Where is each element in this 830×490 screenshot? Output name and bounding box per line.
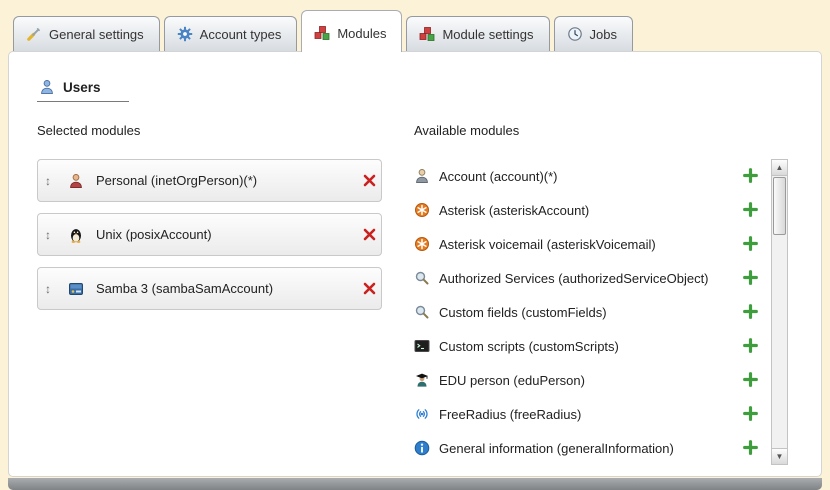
available-module-authorized-services: Authorized Services (authorizedServiceOb… bbox=[414, 261, 759, 295]
add-plus-icon bbox=[743, 304, 759, 320]
magnifier-icon bbox=[414, 270, 430, 286]
tab-account-types[interactable]: Account types bbox=[164, 16, 298, 51]
person-icon bbox=[68, 173, 84, 189]
module-label: Asterisk voicemail (asteriskVoicemail) bbox=[439, 237, 656, 252]
available-modules-list: Account (account)(*) Asterisk (asteriskA… bbox=[414, 159, 759, 465]
clock-icon bbox=[567, 26, 583, 42]
delete-x-icon bbox=[362, 227, 378, 243]
graduate-icon bbox=[414, 372, 430, 388]
tab-label: General settings bbox=[49, 27, 144, 42]
wrench-icon bbox=[26, 26, 42, 42]
available-module-account: Account (account)(*) bbox=[414, 159, 759, 193]
module-label: Samba 3 (sambaSamAccount) bbox=[96, 281, 273, 296]
modules-blocks-icon bbox=[314, 25, 330, 41]
selected-modules-column: Selected modules ↕ Personal (inetOrgPers… bbox=[37, 123, 414, 465]
footer-bar bbox=[8, 478, 822, 490]
scroll-up-button[interactable]: ▲ bbox=[772, 160, 787, 176]
add-plus-icon bbox=[743, 440, 759, 456]
scroll-down-button[interactable]: ▼ bbox=[772, 448, 787, 464]
delete-x-icon bbox=[362, 173, 378, 189]
delete-x-icon bbox=[362, 281, 378, 297]
available-module-custom-scripts: Custom scripts (customScripts) bbox=[414, 329, 759, 363]
asterisk-icon bbox=[414, 202, 430, 218]
module-label: Unix (posixAccount) bbox=[96, 227, 212, 242]
add-module-button[interactable] bbox=[743, 168, 759, 184]
add-plus-icon bbox=[743, 406, 759, 422]
modules-columns: Selected modules ↕ Personal (inetOrgPers… bbox=[37, 123, 821, 465]
available-module-general-information: General information (generalInformation) bbox=[414, 431, 759, 465]
config-tabbar: General settings Account types Modules M… bbox=[0, 10, 830, 51]
available-module-asterisk: Asterisk (asteriskAccount) bbox=[414, 193, 759, 227]
module-label: Custom fields (customFields) bbox=[439, 305, 607, 320]
module-label: FreeRadius (freeRadius) bbox=[439, 407, 581, 422]
selected-module-samba3[interactable]: ↕ Samba 3 (sambaSamAccount) bbox=[37, 267, 382, 310]
penguin-icon bbox=[68, 227, 84, 243]
section-title-text: Users bbox=[63, 80, 101, 95]
module-label: Personal (inetOrgPerson)(*) bbox=[96, 173, 257, 188]
tab-label: Modules bbox=[337, 26, 386, 41]
add-plus-icon bbox=[743, 270, 759, 286]
modules-config-panel: Users Selected modules ↕ Personal (inetO… bbox=[8, 51, 822, 477]
tab-jobs[interactable]: Jobs bbox=[554, 16, 633, 51]
magnifier-icon bbox=[414, 304, 430, 320]
add-module-button[interactable] bbox=[743, 202, 759, 218]
tab-module-settings[interactable]: Module settings bbox=[406, 16, 549, 51]
drag-handle-icon[interactable]: ↕ bbox=[45, 174, 60, 188]
add-module-button[interactable] bbox=[743, 270, 759, 286]
scrollbar-thumb[interactable] bbox=[773, 177, 786, 235]
selected-module-unix[interactable]: ↕ Unix (posixAccount) bbox=[37, 213, 382, 256]
gear-icon bbox=[177, 26, 193, 42]
tab-label: Jobs bbox=[590, 27, 617, 42]
add-plus-icon bbox=[743, 338, 759, 354]
terminal-icon bbox=[414, 338, 430, 354]
tab-label: Account types bbox=[200, 27, 282, 42]
add-module-button[interactable] bbox=[743, 304, 759, 320]
module-label: Authorized Services (authorizedServiceOb… bbox=[439, 271, 709, 286]
selected-module-personal[interactable]: ↕ Personal (inetOrgPerson)(*) bbox=[37, 159, 382, 202]
add-module-button[interactable] bbox=[743, 440, 759, 456]
modules-blocks-icon bbox=[419, 26, 435, 42]
drag-handle-icon[interactable]: ↕ bbox=[45, 282, 60, 296]
samba-icon bbox=[68, 281, 84, 297]
available-module-asterisk-voicemail: Asterisk voicemail (asteriskVoicemail) bbox=[414, 227, 759, 261]
add-module-button[interactable] bbox=[743, 236, 759, 252]
remove-module-button[interactable] bbox=[354, 227, 370, 243]
tab-general-settings[interactable]: General settings bbox=[13, 16, 160, 51]
drag-handle-icon[interactable]: ↕ bbox=[45, 228, 60, 242]
available-module-freeradius: FreeRadius (freeRadius) bbox=[414, 397, 759, 431]
module-label: General information (generalInformation) bbox=[439, 441, 674, 456]
add-plus-icon bbox=[743, 168, 759, 184]
available-modules-heading: Available modules bbox=[414, 123, 788, 138]
section-title-users: Users bbox=[37, 79, 129, 102]
selected-modules-heading: Selected modules bbox=[37, 123, 414, 138]
module-label: EDU person (eduPerson) bbox=[439, 373, 585, 388]
remove-module-button[interactable] bbox=[354, 281, 370, 297]
add-module-button[interactable] bbox=[743, 372, 759, 388]
asterisk-icon bbox=[414, 236, 430, 252]
tab-modules[interactable]: Modules bbox=[301, 10, 402, 52]
radio-signal-icon bbox=[414, 406, 430, 422]
add-plus-icon bbox=[743, 372, 759, 388]
module-label: Asterisk (asteriskAccount) bbox=[439, 203, 589, 218]
add-plus-icon bbox=[743, 236, 759, 252]
person-icon bbox=[414, 168, 430, 184]
module-label: Custom scripts (customScripts) bbox=[439, 339, 619, 354]
add-plus-icon bbox=[743, 202, 759, 218]
lam-configuration-page: General settings Account types Modules M… bbox=[0, 0, 830, 490]
available-modules-column: Available modules Account (account)(*) bbox=[414, 123, 788, 465]
users-icon bbox=[39, 79, 55, 95]
module-label: Account (account)(*) bbox=[439, 169, 558, 184]
available-modules-scrollbar[interactable]: ▲ ▼ bbox=[771, 159, 788, 465]
tab-label: Module settings bbox=[442, 27, 533, 42]
add-module-button[interactable] bbox=[743, 406, 759, 422]
add-module-button[interactable] bbox=[743, 338, 759, 354]
remove-module-button[interactable] bbox=[354, 173, 370, 189]
available-module-edu-person: EDU person (eduPerson) bbox=[414, 363, 759, 397]
info-icon bbox=[414, 440, 430, 456]
available-module-custom-fields: Custom fields (customFields) bbox=[414, 295, 759, 329]
